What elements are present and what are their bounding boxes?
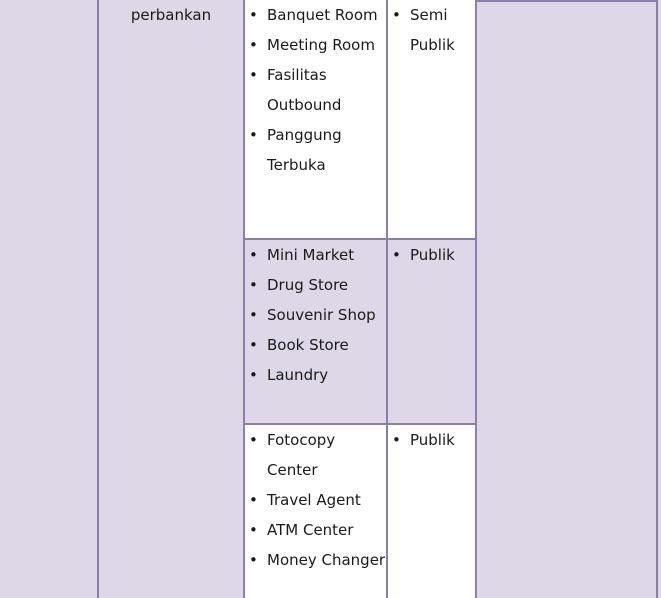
list-item: Panggung Terbuka xyxy=(245,120,386,180)
list-item: Banquet Room xyxy=(245,0,386,30)
list-item: Fasilitas Outbound xyxy=(245,60,386,120)
list-item: Drug Store xyxy=(245,270,386,300)
list-item: Money Changer xyxy=(245,545,386,575)
table-column-spacer-right xyxy=(477,0,658,598)
list-item: Souvenir Shop xyxy=(245,300,386,330)
table-cell-zone: Semi Publik xyxy=(388,0,477,240)
facility-list: Banquet Room Meeting Room Fasilitas Outb… xyxy=(245,0,386,180)
zone-list: Semi Publik xyxy=(388,0,475,60)
list-item: Laundry xyxy=(245,360,386,390)
list-item: Mini Market xyxy=(245,240,386,270)
facility-list: Mini Market Drug Store Souvenir Shop Boo… xyxy=(245,240,386,390)
zone-label: Publik xyxy=(388,425,475,455)
document-page: perbankan Banquet Room Meeting Room Fasi… xyxy=(0,0,661,598)
list-item: Book Store xyxy=(245,330,386,360)
list-item: Meeting Room xyxy=(245,30,386,60)
table-cell-zone: Publik xyxy=(388,240,477,425)
zone-list: Publik xyxy=(388,240,475,270)
facility-list: Fotocopy Center Travel Agent ATM Center … xyxy=(245,425,386,575)
table-column-spacer-left xyxy=(0,0,99,598)
category-label: perbankan xyxy=(130,6,212,24)
table-row: Banquet Room Meeting Room Fasilitas Outb… xyxy=(245,0,388,240)
table-cell-category: perbankan xyxy=(99,0,245,598)
list-item: ATM Center xyxy=(245,515,386,545)
list-item: Travel Agent xyxy=(245,485,386,515)
table-row: Fotocopy Center Travel Agent ATM Center … xyxy=(245,425,388,598)
zone-list: Publik xyxy=(388,425,475,455)
table-row: Mini Market Drug Store Souvenir Shop Boo… xyxy=(245,240,388,425)
list-item: Fotocopy Center xyxy=(245,425,386,485)
zone-label: Publik xyxy=(388,240,475,270)
zone-label: Semi Publik xyxy=(388,0,475,60)
table-cell-zone: Publik xyxy=(388,425,477,598)
